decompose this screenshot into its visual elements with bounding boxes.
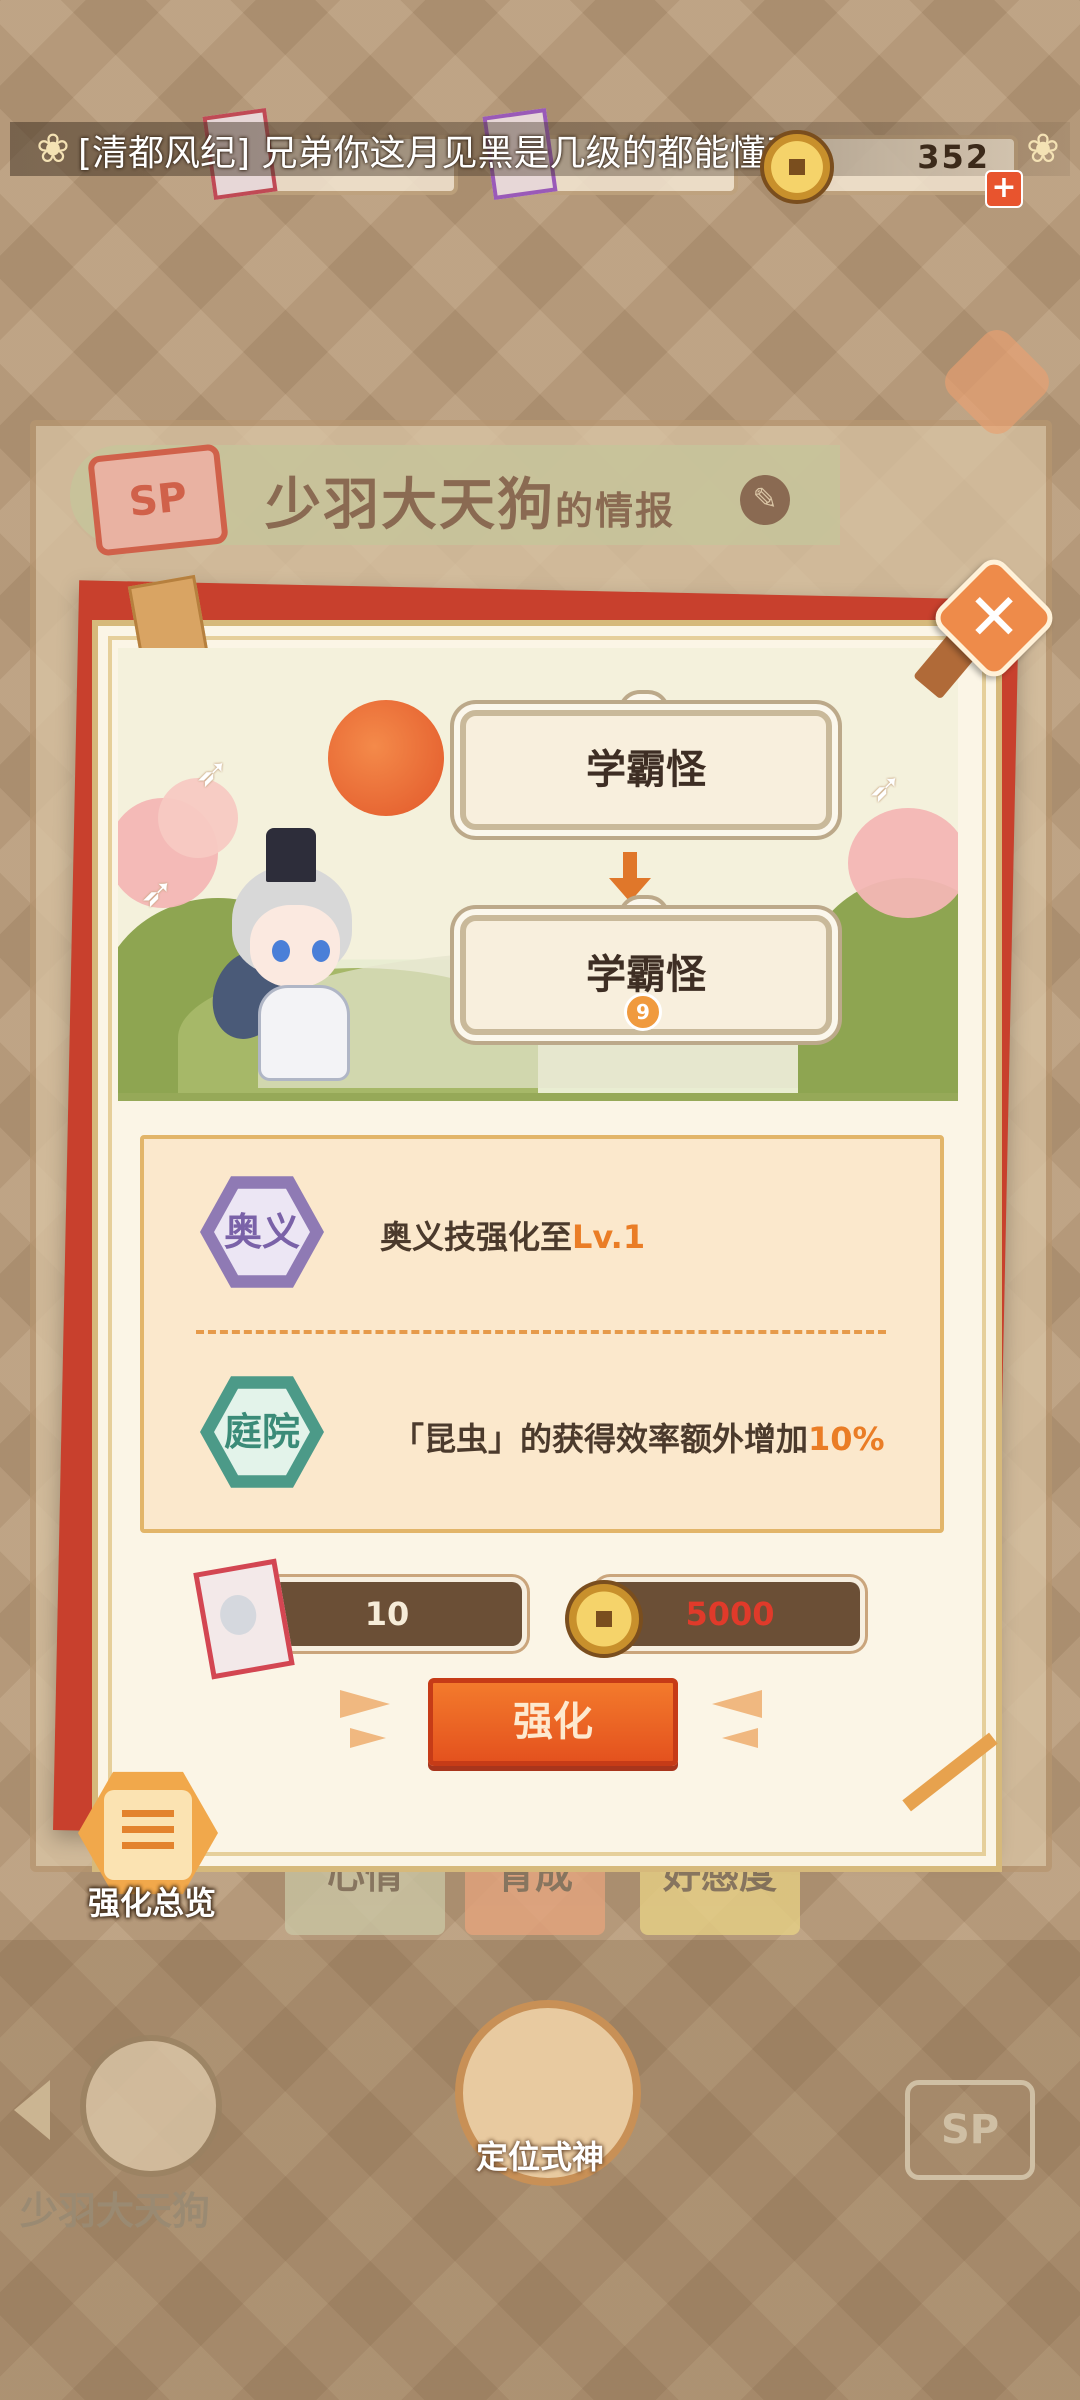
courtyard-info-accent: 10% <box>808 1420 885 1458</box>
decor-right-icon <box>722 1728 758 1748</box>
flower-left-icon: ❀ <box>36 126 70 172</box>
decor-right-icon <box>712 1690 762 1718</box>
previous-arrow-icon <box>14 2080 50 2140</box>
background-heading-suffix: 的情报 <box>555 489 676 533</box>
character-hat <box>266 828 316 882</box>
courtyard-info-main: 「昆虫」的获得效率额外增加 <box>392 1420 809 1458</box>
marquee-text: [清都风纪] 兄弟你这月见黑是几级的都能懂了 <box>78 133 802 174</box>
background-heading: 少羽大天狗的情报 <box>265 460 675 541</box>
document-lines <box>122 1810 174 1856</box>
sun-icon <box>328 700 444 816</box>
enhance-button[interactable]: 强化 <box>428 1678 678 1766</box>
cost-coin-icon <box>565 1580 643 1658</box>
cost-cards-value: 10 <box>252 1582 522 1646</box>
previous-shikigami-avatar <box>80 2035 222 2177</box>
skill-level-badge: 9 <box>624 993 662 1031</box>
decor-left-icon <box>340 1690 390 1718</box>
close-icon[interactable]: ✕ <box>948 572 1040 664</box>
enhance-overview-label[interactable]: 强化总览 <box>62 1878 242 1924</box>
bird-icon: ➶ <box>195 750 229 796</box>
background-heading-main: 少羽大天狗 <box>265 473 555 538</box>
top-coin-value: 352 <box>917 138 990 176</box>
edit-icon: ✎ <box>740 475 790 525</box>
character-eye <box>272 940 290 962</box>
previous-shikigami-name: 少羽大天狗 <box>20 2189 211 2233</box>
cherry-blossom-right <box>848 808 958 918</box>
ougi-info-text: 奥义技强化至Lv.1 <box>380 1212 645 1258</box>
courtyard-info-text: 「昆虫」的获得效率额外增加10% <box>392 1414 885 1460</box>
background-sp-badge: SP <box>87 443 229 557</box>
add-coins-button[interactable]: + <box>985 170 1023 208</box>
decor-left-icon <box>350 1728 386 1748</box>
bottom-sp-badge: SP <box>905 2080 1035 2180</box>
coin-icon <box>760 130 834 204</box>
bird-icon: ➶ <box>868 765 902 811</box>
arrow-down-icon <box>609 852 651 902</box>
character-body <box>258 985 350 1081</box>
bird-icon: ➶ <box>140 870 174 916</box>
ougi-info-accent: Lv.1 <box>572 1218 646 1256</box>
ougi-info-main: 奥义技强化至 <box>380 1218 573 1256</box>
flower-right-icon: ❀ <box>1026 126 1060 172</box>
info-divider <box>196 1330 886 1334</box>
skill-before-plate: 学霸怪 <box>460 710 832 830</box>
locate-shikigami-label: 定位式神 <box>475 2138 604 2176</box>
character-eye <box>312 940 330 962</box>
